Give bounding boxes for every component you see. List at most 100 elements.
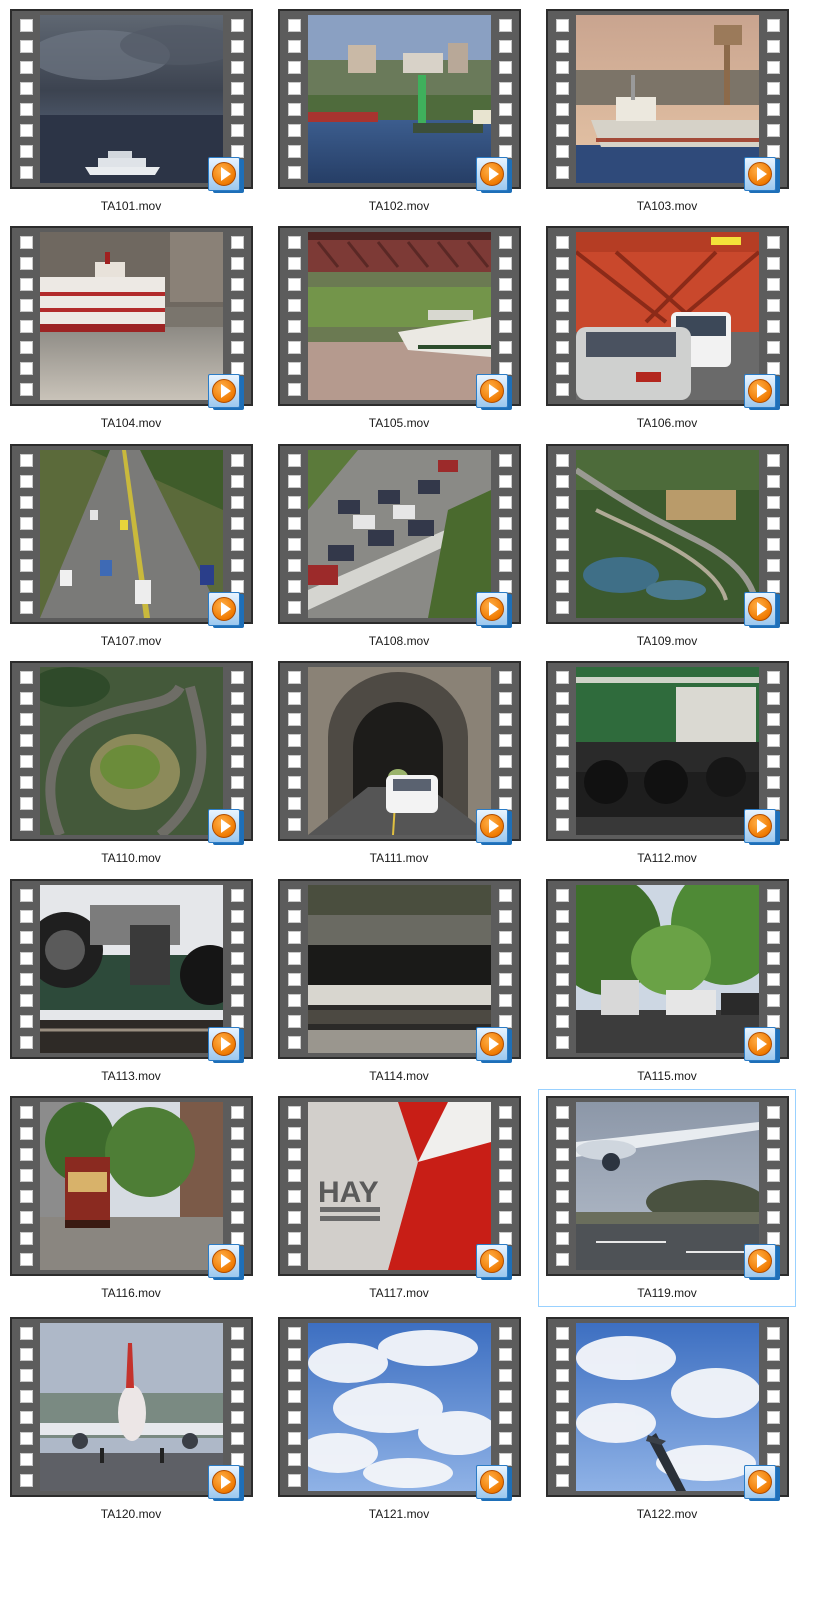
film-hole	[230, 1327, 244, 1340]
film-hole	[555, 475, 569, 488]
film-hole	[230, 82, 244, 95]
film-hole	[498, 692, 512, 705]
film-hole	[19, 103, 33, 116]
film-hole	[766, 496, 780, 509]
file-tile[interactable]: TA122.mov	[538, 1310, 796, 1528]
file-tile[interactable]: TA104.mov	[2, 219, 260, 437]
file-tile[interactable]: TA101.mov	[2, 2, 260, 220]
file-tile[interactable]: TA109.mov	[538, 437, 796, 655]
film-hole	[555, 994, 569, 1007]
file-tile[interactable]: TA112.mov	[538, 654, 796, 872]
media-player-play-icon	[476, 809, 512, 845]
film-hole	[230, 278, 244, 291]
file-tile[interactable]: TA103.mov	[538, 2, 796, 220]
file-name-label: TA111.mov	[369, 851, 429, 865]
film-hole	[555, 1169, 569, 1182]
file-thumbnail-grid: TA101.mov TA102.mov TA103.mov TA104.mov …	[0, 0, 813, 1600]
film-hole	[19, 517, 33, 530]
film-hole	[555, 1148, 569, 1161]
file-tile[interactable]: HAY TA117.mov	[270, 1089, 528, 1307]
film-hole	[766, 517, 780, 530]
film-hole	[230, 910, 244, 923]
film-sprocket-holes	[12, 446, 40, 622]
film-hole	[555, 82, 569, 95]
film-hole	[19, 1432, 33, 1445]
file-name-label: TA112.mov	[637, 851, 697, 865]
film-hole	[555, 734, 569, 747]
film-hole	[230, 341, 244, 354]
film-hole	[19, 1453, 33, 1466]
film-hole	[498, 257, 512, 270]
file-tile[interactable]: TA102.mov	[270, 2, 528, 220]
film-hole	[19, 1232, 33, 1245]
film-hole	[287, 1474, 301, 1487]
file-name-label: TA110.mov	[101, 851, 161, 865]
film-hole	[19, 1015, 33, 1028]
file-tile[interactable]: TA121.mov	[270, 1310, 528, 1528]
film-hole	[19, 797, 33, 810]
film-hole	[230, 713, 244, 726]
film-hole	[555, 1474, 569, 1487]
film-hole	[498, 973, 512, 986]
hairpin-road-thumbnail	[40, 667, 223, 835]
film-hole	[766, 475, 780, 488]
film-sprocket-holes	[280, 1319, 308, 1495]
file-tile[interactable]: TA113.mov	[2, 872, 260, 1090]
bridge-boat-thumbnail	[308, 232, 491, 400]
film-hole	[19, 538, 33, 551]
file-tile[interactable]: TA120.mov	[2, 1310, 260, 1528]
film-hole	[766, 910, 780, 923]
file-tile[interactable]: TA119.mov	[538, 1089, 796, 1307]
film-hole	[766, 692, 780, 705]
film-hole	[287, 734, 301, 747]
film-hole	[498, 1390, 512, 1403]
film-hole	[766, 889, 780, 902]
film-hole	[287, 124, 301, 137]
film-hole	[287, 818, 301, 831]
file-name-label: TA107.mov	[100, 634, 162, 648]
film-sprocket-holes	[12, 1319, 40, 1495]
film-hole	[766, 1411, 780, 1424]
film-hole	[555, 145, 569, 158]
film-hole	[230, 19, 244, 32]
film-hole	[287, 1369, 301, 1382]
file-tile[interactable]: TA107.mov	[2, 437, 260, 655]
film-hole	[287, 19, 301, 32]
film-hole	[287, 1327, 301, 1340]
film-hole	[230, 124, 244, 137]
file-tile[interactable]: TA111.mov	[270, 654, 528, 872]
film-hole	[287, 538, 301, 551]
media-player-play-icon	[476, 374, 512, 410]
film-hole	[19, 341, 33, 354]
film-hole	[287, 952, 301, 965]
media-player-play-icon	[476, 1465, 512, 1501]
file-name-label: TA122.mov	[636, 1507, 698, 1521]
file-tile[interactable]: TA114.mov	[270, 872, 528, 1090]
file-tile[interactable]: TA116.mov	[2, 1089, 260, 1307]
film-hole	[555, 818, 569, 831]
media-player-play-icon	[208, 1244, 244, 1280]
film-hole	[498, 475, 512, 488]
file-tile[interactable]: TA110.mov	[2, 654, 260, 872]
film-hole	[230, 299, 244, 312]
film-hole	[498, 952, 512, 965]
film-hole	[766, 1432, 780, 1445]
film-hole	[766, 1369, 780, 1382]
media-player-play-icon	[476, 157, 512, 193]
city-waterfront-thumbnail	[308, 15, 491, 183]
file-name-label: TA120.mov	[100, 1507, 162, 1521]
film-hole	[287, 1148, 301, 1161]
film-hole	[230, 1106, 244, 1119]
film-hole	[555, 973, 569, 986]
film-hole	[230, 257, 244, 270]
file-tile[interactable]: TA108.mov	[270, 437, 528, 655]
winding-road-aerial-thumbnail	[576, 450, 759, 618]
file-tile[interactable]: TA105.mov	[270, 219, 528, 437]
film-hole	[555, 362, 569, 375]
train-locomotive-thumbnail	[576, 667, 759, 835]
file-tile[interactable]: TA115.mov	[538, 872, 796, 1090]
file-tile[interactable]: TA106.mov	[538, 219, 796, 437]
film-sprocket-holes	[280, 1098, 308, 1274]
film-hole	[19, 320, 33, 333]
film-hole	[498, 496, 512, 509]
